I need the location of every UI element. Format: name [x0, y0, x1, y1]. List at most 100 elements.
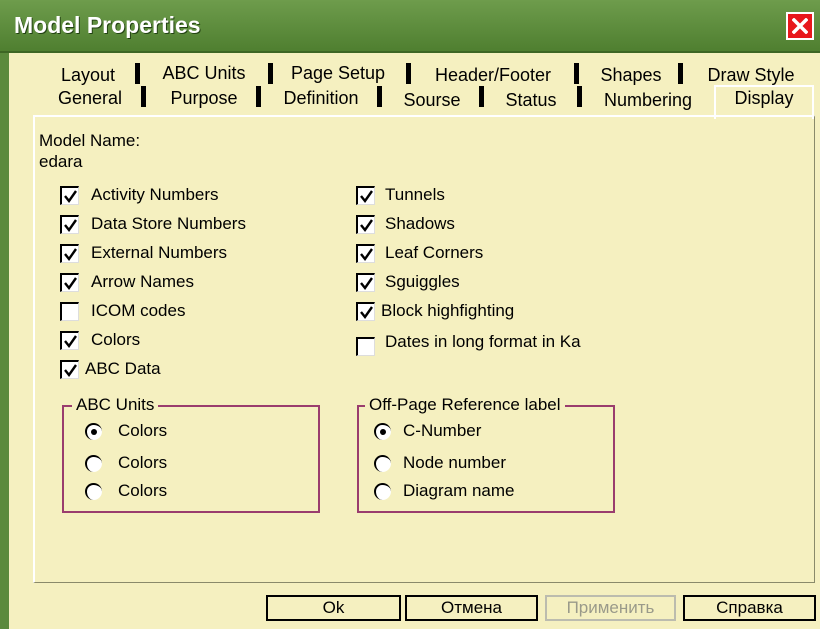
checkbox-label: ABC Data [85, 359, 161, 378]
tab-separator [268, 63, 273, 84]
tab-separator [406, 63, 411, 84]
radio-label: Colors [118, 481, 168, 500]
radio-button[interactable] [374, 422, 391, 440]
check-icon [360, 189, 373, 203]
tab-shapes[interactable]: Shapes [585, 64, 677, 86]
leaf-corners-checkbox[interactable]: Leaf Corners [356, 241, 483, 265]
help-button[interactable]: Справка [683, 595, 816, 621]
tab-general[interactable]: General [39, 87, 141, 109]
checkbox-label: Activity Numbers [91, 185, 219, 204]
c-number-radio[interactable]: C-Number [374, 420, 481, 442]
node-number-radio[interactable]: Node number [374, 452, 506, 474]
checkbox-label: Colors [91, 330, 141, 349]
abc-units-group: ABC Units Colors Colors Colors [62, 395, 320, 513]
tab-separator [141, 86, 146, 107]
activity-numbers-checkbox[interactable]: Activity Numbers [60, 183, 219, 207]
radio-button[interactable] [85, 422, 102, 440]
arrow-names-checkbox[interactable]: Arrow Names [60, 270, 194, 294]
cancel-button[interactable]: Отмена [405, 595, 538, 621]
tab-page-setup[interactable]: Page Setup [277, 62, 399, 84]
tab-sourse[interactable]: Sourse [388, 89, 476, 111]
check-icon [64, 334, 77, 348]
checkbox-label: Sguiggles [385, 272, 460, 291]
radio-label: Colors [118, 453, 168, 472]
close-icon [792, 18, 808, 34]
checkbox-label: Dates in long format in Ka [385, 332, 581, 351]
shadows-checkbox[interactable]: Shadows [356, 212, 455, 236]
checkbox-box[interactable] [60, 185, 79, 205]
abc-data-checkbox[interactable]: ABC Data [60, 357, 161, 381]
abc-units-colors-radio-2[interactable]: Colors [85, 452, 167, 474]
tab-header-footer[interactable]: Header/Footer [419, 64, 567, 86]
tab-separator [574, 63, 579, 84]
icom-codes-checkbox[interactable]: ICOM codes [60, 299, 185, 323]
checkbox-box[interactable] [60, 330, 79, 350]
model-name-value: edara [39, 152, 83, 171]
close-button[interactable] [786, 12, 814, 40]
radio-button[interactable] [85, 454, 102, 472]
checkbox-label: Leaf Corners [385, 243, 484, 262]
check-icon [64, 189, 77, 203]
tab-abc-units[interactable]: ABC Units [146, 62, 262, 84]
checkbox-box[interactable] [356, 243, 375, 263]
tab-numbering[interactable]: Numbering [589, 89, 707, 111]
radio-button[interactable] [374, 454, 391, 472]
model-name-label: Model Name: [39, 131, 141, 150]
tab-purpose[interactable]: Purpose [151, 87, 257, 109]
check-icon [64, 363, 77, 377]
check-icon [360, 218, 373, 232]
title-bar[interactable]: Model Properties [0, 0, 820, 53]
checkbox-box[interactable] [356, 301, 375, 321]
tab-draw-style[interactable]: Draw Style [687, 64, 815, 86]
checkbox-box[interactable] [60, 214, 79, 234]
tab-separator [135, 63, 140, 84]
check-icon [360, 305, 373, 319]
checkbox-box[interactable] [356, 336, 375, 356]
checkbox-box[interactable] [60, 359, 79, 379]
checkbox-label: Arrow Names [91, 272, 194, 291]
checkbox-label: Shadows [385, 214, 455, 233]
block-highlighting-checkbox[interactable]: Block highfighting [356, 299, 514, 323]
off-page-reference-group: Off-Page Reference label C-Number Node n… [357, 395, 615, 513]
check-icon [64, 218, 77, 232]
checkbox-box[interactable] [356, 214, 375, 234]
external-numbers-checkbox[interactable]: External Numbers [60, 241, 227, 265]
radio-label: Diagram name [403, 481, 515, 500]
tab-definition[interactable]: Definition [266, 87, 376, 109]
data-store-numbers-checkbox[interactable]: Data Store Numbers [60, 212, 246, 236]
sguiggles-checkbox[interactable]: Sguiggles [356, 270, 460, 294]
checkbox-box[interactable] [60, 272, 79, 292]
check-icon [360, 247, 373, 261]
dates-long-format-checkbox[interactable]: Dates in long format in Ka [356, 330, 581, 356]
checkbox-box[interactable] [60, 243, 79, 263]
check-icon [64, 247, 77, 261]
diagram-name-radio[interactable]: Diagram name [374, 480, 515, 502]
abc-units-colors-radio-1[interactable]: Colors [85, 420, 167, 442]
colors-checkbox[interactable]: Colors [60, 328, 140, 352]
tab-layout[interactable]: Layout [37, 64, 139, 86]
ok-button[interactable]: Ok [266, 595, 401, 621]
checkbox-label: Data Store Numbers [91, 214, 246, 233]
tab-display[interactable]: Display [714, 85, 814, 119]
tab-display-label: Display [734, 88, 794, 108]
checkbox-box[interactable] [356, 185, 375, 205]
checkbox-label: External Numbers [91, 243, 228, 262]
check-icon [360, 276, 373, 290]
checkbox-label: Block highfighting [381, 301, 515, 320]
abc-units-colors-radio-3[interactable]: Colors [85, 480, 167, 502]
apply-button[interactable]: Применить [545, 595, 676, 621]
radio-label: Colors [118, 421, 168, 440]
checkbox-box[interactable] [356, 272, 375, 292]
tunnels-checkbox[interactable]: Tunnels [356, 183, 445, 207]
radio-label: C-Number [403, 421, 482, 440]
radio-button[interactable] [85, 482, 102, 500]
model-properties-dialog: Model Properties Layout ABC Units Page S… [0, 0, 820, 629]
tab-separator [256, 86, 261, 107]
radio-label: Node number [403, 453, 507, 472]
check-icon [64, 276, 77, 290]
tab-status[interactable]: Status [489, 89, 573, 111]
checkbox-box[interactable] [60, 301, 79, 321]
tab-separator [377, 86, 382, 107]
radio-button[interactable] [374, 482, 391, 500]
dialog-title: Model Properties [14, 12, 201, 38]
